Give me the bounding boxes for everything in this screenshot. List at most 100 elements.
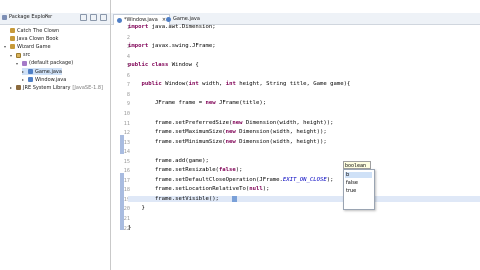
- code-line: frame.setMinimumSize(new Dimension(width…: [128, 139, 327, 145]
- code-token: Window(: [161, 81, 189, 88]
- code-token: width,: [198, 81, 226, 88]
- code-token: new: [205, 100, 216, 107]
- tree-item[interactable]: ▾ (default package): [16, 60, 73, 67]
- code-token: );: [262, 186, 270, 193]
- code-token: frame.setLocationRelativeTo(: [128, 186, 250, 193]
- tree-item-label: Wizard Game: [17, 43, 51, 50]
- code-editor: *Window.java × Game.java 1 2 3 4 5 6 7 8 9 10 11 12 13…: [111, 0, 480, 270]
- code-token: new: [225, 129, 236, 136]
- tree-item[interactable]: ▾ src: [10, 52, 30, 59]
- code-line: frame.add(game);: [128, 158, 209, 164]
- code-line: JFrame frame = new JFrame(title);: [128, 100, 266, 106]
- package-explorer-icon: [2, 14, 7, 20]
- expand-arrow-icon[interactable]: ▸: [22, 69, 26, 74]
- tree-item-suffix: [JavaSE-1.8]: [72, 84, 103, 91]
- code-token: false: [218, 167, 236, 174]
- autocomplete-option[interactable]: b: [345, 172, 372, 178]
- package-icon: [22, 60, 27, 66]
- code-token: public class: [128, 62, 169, 69]
- code-token: height, String title, Game game){: [235, 81, 351, 88]
- code-token: int: [188, 81, 199, 88]
- code-token: null: [249, 186, 263, 193]
- code-token: frame.setDefaultCloseOperation(JFrame.: [128, 176, 283, 183]
- collapse-all-icon[interactable]: [80, 14, 87, 21]
- code-line: frame.setMaximumSize(new Dimension(width…: [128, 129, 327, 135]
- code-area[interactable]: import java.awt.Dimension; import javax.s…: [111, 0, 480, 270]
- tree-item-label: JRE System Library: [23, 84, 71, 91]
- parameter-hint: boolean b: [343, 161, 371, 177]
- tree-item-label: Window.java: [35, 76, 67, 83]
- code-token: Dimension(width, height));: [235, 138, 327, 145]
- tree-item[interactable]: ▸ JRE System Library [JavaSE-1.8]: [10, 84, 103, 91]
- code-line: frame.setLocationRelativeTo(null);: [128, 186, 270, 193]
- code-token: JFrame(title);: [215, 100, 267, 107]
- code-line: import java.awt.Dimension;: [128, 24, 216, 30]
- java-file-icon: [28, 69, 33, 74]
- tree-item[interactable]: ▾ Wizard Game: [4, 43, 51, 50]
- code-token: }: [128, 205, 145, 212]
- autocomplete-option[interactable]: true: [346, 188, 356, 194]
- code-token: import: [128, 24, 149, 30]
- code-token: import: [128, 43, 149, 50]
- text-cursor: [232, 195, 237, 202]
- code-line: frame.setResizable(false);: [128, 167, 243, 173]
- expand-arrow-icon[interactable]: ▾: [10, 53, 14, 58]
- code-line: public class Window {: [128, 62, 199, 68]
- code-line: frame.setVisible();: [128, 195, 480, 202]
- code-token: frame.setMaximumSize(: [128, 129, 226, 136]
- view-menu-icon[interactable]: [100, 14, 107, 21]
- close-icon[interactable]: ×: [44, 13, 49, 19]
- expand-arrow-icon[interactable]: ▸: [10, 85, 14, 90]
- code-token: );: [235, 167, 243, 174]
- tree-item-label: Java Clown Book: [17, 35, 59, 42]
- code-token: EXIT_ON_CLOSE: [282, 176, 327, 183]
- tree-item[interactable]: Catch The Clown: [4, 27, 59, 34]
- link-editor-icon[interactable]: [90, 14, 97, 21]
- package-explorer-header: Package Explorer ×: [0, 13, 110, 25]
- code-token: java.awt.Dimension;: [148, 24, 216, 30]
- code-token: javax.swing.JFrame;: [148, 43, 216, 50]
- source-folder-icon: [16, 52, 21, 58]
- tree-item-label: Game.java: [35, 68, 62, 75]
- project-icon: [10, 36, 15, 42]
- code-token: JFrame frame =: [128, 100, 206, 107]
- expand-arrow-icon[interactable]: ▾: [4, 44, 8, 49]
- code-token: int: [225, 81, 236, 88]
- code-token: new: [225, 138, 236, 145]
- code-token: public: [141, 81, 162, 88]
- code-token: );: [326, 176, 334, 183]
- code-token: frame.setMinimumSize(: [128, 138, 226, 145]
- code-line: frame.setPreferredSize(new Dimension(wid…: [128, 119, 334, 126]
- project-icon: [10, 28, 15, 33]
- tree-item[interactable]: Java Clown Book: [4, 35, 58, 42]
- project-icon: [10, 44, 15, 50]
- code-line: }: [128, 205, 145, 212]
- code-token: }: [128, 224, 132, 231]
- code-token: Dimension(width, height));: [242, 119, 334, 126]
- tree-item-label: Catch The Clown: [17, 27, 60, 34]
- library-icon: [16, 85, 21, 91]
- tree-item-label: src: [23, 52, 31, 59]
- code-line: public Window(int width, int height, Str…: [128, 81, 350, 87]
- view-toolbar: [80, 14, 107, 21]
- tree-item[interactable]: ▸ Game.java: [22, 68, 62, 75]
- code-line: import javax.swing.JFrame;: [128, 43, 216, 49]
- code-token: new: [232, 119, 243, 126]
- code-line: frame.setDefaultCloseOperation(JFrame.EX…: [128, 176, 334, 183]
- package-explorer: Package Explorer × Catch The Clown Java C…: [0, 0, 111, 270]
- code-token: frame.setVisible();: [128, 195, 219, 202]
- expand-arrow-icon[interactable]: ▸: [22, 77, 26, 82]
- tree-item[interactable]: ▸ Window.java: [22, 76, 66, 83]
- code-token: Window {: [168, 62, 199, 69]
- code-line: }: [128, 225, 131, 231]
- tree-item-label: (default package): [29, 60, 74, 67]
- code-token: frame.add(game);: [128, 157, 209, 164]
- autocomplete-option[interactable]: false: [346, 180, 358, 186]
- java-file-icon: [28, 77, 33, 83]
- code-token: frame.setPreferredSize(: [128, 119, 233, 126]
- expand-arrow-icon[interactable]: ▾: [16, 61, 20, 66]
- autocomplete-popup: b false true: [343, 169, 375, 210]
- code-token: frame.setResizable(: [128, 167, 219, 174]
- code-token: Dimension(width, height));: [235, 129, 327, 136]
